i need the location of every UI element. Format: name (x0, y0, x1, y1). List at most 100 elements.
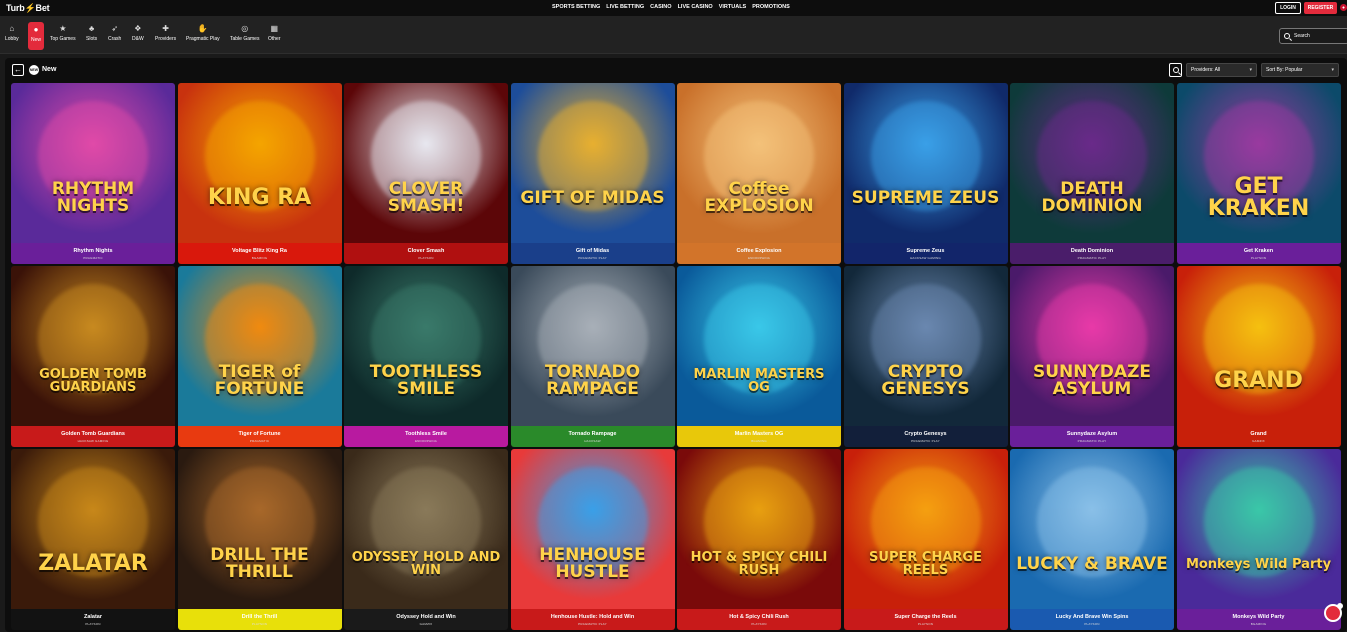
game-tile[interactable]: SUPREME ZEUS Supreme Zeus Hacksaw Gaming (843, 83, 1008, 264)
game-tile[interactable]: HOT & SPICY CHILI RUSH Hot & Spicy Chili … (677, 449, 841, 630)
chevron-down-icon: ▾ (1249, 67, 1252, 73)
login-button[interactable]: LOGIN (1275, 2, 1301, 14)
game-tile[interactable]: SUPER CHARGE REELS Super Charge the Reels… (843, 449, 1008, 630)
game-name: Drill the Thrill (241, 613, 278, 620)
game-thumbnail[interactable]: RHYTHM NIGHTS (11, 83, 175, 243)
category-providers[interactable]: ✚ Providers (155, 23, 176, 51)
category-label: Top Games (50, 36, 76, 42)
game-tile[interactable]: GRAND Grand Gamzix (1176, 266, 1341, 447)
game-tile[interactable]: RHYTHM NIGHTS Rhythm Nights Pragmatic (11, 83, 175, 264)
nav-link-virtuals[interactable]: VIRTUALS (719, 4, 747, 10)
game-tile[interactable]: DEATH DOMINION Death Dominion Pragmatic Pl… (1010, 83, 1174, 264)
game-caption: Supreme Zeus Hacksaw Gaming (843, 243, 1008, 264)
game-thumbnail[interactable]: KING RA (177, 83, 342, 243)
category-table-games[interactable]: ◎ Table Games (230, 23, 259, 51)
game-thumbnail[interactable]: MARLIN MASTERS OG (677, 266, 841, 426)
nav-link-casino[interactable]: CASINO (650, 4, 671, 10)
category-crash[interactable]: ➶ Crash (108, 23, 121, 51)
game-tile[interactable]: TOOTHLESS SMILE Toothless Smile Endorphina (344, 266, 508, 447)
game-tile[interactable]: GOLDEN TOMB GUARDIANS Golden Tomb Guardia… (11, 266, 175, 447)
search-input[interactable] (1294, 33, 1344, 39)
game-name: Toothless Smile (405, 430, 447, 437)
game-tile[interactable]: CRYPTO GENESYS Crypto Genesys Pragmatic Pl… (843, 266, 1008, 447)
game-caption: Super Charge the Reels Playson (843, 609, 1008, 630)
main-nav: SPORTS BETTING LIVE BETTING CASINO LIVE CAS… (552, 4, 790, 10)
game-thumbnail[interactable]: CRYPTO GENESYS (843, 266, 1008, 426)
game-logo-text: DRILL THE THRILL (210, 545, 309, 582)
sort-select[interactable]: Sort By: Popular ▾ (1261, 63, 1339, 77)
search-box[interactable] (1279, 28, 1347, 44)
game-tile[interactable]: MARLIN MASTERS OG Marlin Masters OG Bgamin… (677, 266, 841, 447)
game-tile[interactable]: TIGER of FORTUNE Tiger of Fortune Pragmati… (177, 266, 342, 447)
game-thumbnail[interactable]: HOT & SPICY CHILI RUSH (677, 449, 841, 609)
category-new[interactable]: ● New (28, 22, 45, 50)
category-lobby[interactable]: ⌂ Lobby (5, 23, 19, 51)
game-logo-text: HENHOUSE HUSTLE (539, 545, 646, 582)
game-provider: Playson (917, 621, 934, 626)
game-thumbnail[interactable]: CLOVER SMASH! (344, 83, 508, 243)
category-label: Crash (108, 36, 122, 42)
nav-link-live-betting[interactable]: LIVE BETTING (606, 4, 644, 10)
game-tile[interactable]: CLOVER SMASH! Clover Smash Playson (344, 83, 508, 264)
game-thumbnail[interactable]: TIGER of FORTUNE (177, 266, 342, 426)
game-provider: Pragmatic (249, 438, 270, 443)
game-caption: Henhouse Hustle: Hold and Win Pragmatic P… (510, 609, 675, 630)
game-thumbnail[interactable]: Coffee EXPLOSION (677, 83, 841, 243)
game-thumbnail[interactable]: ODYSSEY HOLD AND WIN (344, 449, 508, 609)
game-thumbnail[interactable]: Monkeys Wild Party (1176, 449, 1341, 609)
game-logo-text: CRYPTO GENESYS (881, 362, 970, 399)
game-thumbnail[interactable]: DEATH DOMINION (1010, 83, 1174, 243)
game-tile[interactable]: GIFT OF MIDAS Gift of Midas Pragmatic Play (510, 83, 675, 264)
game-tile[interactable]: HENHOUSE HUSTLE Henhouse Hustle: Hold and… (510, 449, 675, 630)
game-name: Sunnydaze Asylum (1066, 430, 1118, 437)
game-thumbnail[interactable]: SUPREME ZEUS (843, 83, 1008, 243)
providers-select[interactable]: Providers: All ▾ (1186, 63, 1257, 77)
register-button[interactable]: REGISTER (1304, 2, 1337, 14)
game-name: Voltage Blitz King Ra (232, 247, 287, 254)
filter-search-button[interactable] (1169, 63, 1182, 77)
category-pragmatic-play[interactable]: ✋ Pragmatic Play (186, 23, 220, 51)
game-thumbnail[interactable]: SUNNYDAZE ASYLUM (1010, 266, 1174, 426)
nav-link-promotions[interactable]: PROMOTIONS (752, 4, 790, 10)
game-tile[interactable]: KING RA Voltage Blitz King Ra Bgaming (177, 83, 342, 264)
game-thumbnail[interactable]: ZALATAR (11, 449, 175, 609)
game-provider: Bgaming (1250, 621, 1267, 626)
game-thumbnail[interactable]: TORNADO RAMPAGE (510, 266, 675, 426)
game-thumbnail[interactable]: HENHOUSE HUSTLE (510, 449, 675, 609)
game-thumbnail[interactable]: GIFT OF MIDAS (510, 83, 675, 243)
game-tile[interactable]: ZALATAR Zalatar Playson (11, 449, 175, 630)
game-provider: Playson (1250, 255, 1267, 260)
language-flag-icon[interactable] (1340, 4, 1347, 11)
game-tile[interactable]: Coffee EXPLOSION Coffee Explosion Endorphi… (677, 83, 841, 264)
star-icon: ★ (59, 23, 67, 33)
category-slots[interactable]: ♣ Slots (86, 23, 97, 51)
game-logo-text: Monkeys Wild Party (1185, 556, 1332, 572)
nav-link-live-casino[interactable]: LIVE CASINO (678, 4, 713, 10)
game-caption: Sunnydaze Asylum Pragmatic Play (1010, 426, 1174, 447)
game-tile[interactable]: Monkeys Wild Party Monkeys Wild Party Bgam… (1176, 449, 1341, 630)
category-other[interactable]: ▦ Other (268, 23, 281, 51)
back-button[interactable]: ← (12, 64, 24, 76)
game-name: Lucky And Brave Win Spins (1055, 613, 1129, 620)
game-thumbnail[interactable]: SUPER CHARGE REELS (843, 449, 1008, 609)
game-thumbnail[interactable]: LUCKY & BRAVE (1010, 449, 1174, 609)
chat-support-button[interactable] (1324, 603, 1343, 622)
game-thumbnail[interactable]: TOOTHLESS SMILE (344, 266, 508, 426)
brand-logo[interactable]: Turb⚡Bet (6, 3, 50, 14)
game-thumbnail[interactable]: DRILL THE THRILL (177, 449, 342, 609)
game-tile[interactable]: SUNNYDAZE ASYLUM Sunnydaze Asylum Pragmati… (1010, 266, 1174, 447)
game-tile[interactable]: DRILL THE THRILL Drill the Thrill Playson (177, 449, 342, 630)
game-tile[interactable]: GET KRAKEN Get Kraken Playson (1176, 83, 1341, 264)
game-grid: RHYTHM NIGHTS Rhythm Nights Pragmatic KING … (11, 83, 1341, 630)
game-tile[interactable]: LUCKY & BRAVE Lucky And Brave Win Spins Pl… (1010, 449, 1174, 630)
game-thumbnail[interactable]: GRAND (1176, 266, 1341, 426)
game-thumbnail[interactable]: GOLDEN TOMB GUARDIANS (11, 266, 175, 426)
category-top-games[interactable]: ★ Top Games (50, 23, 76, 51)
nav-link-sports-betting[interactable]: SPORTS BETTING (552, 4, 600, 10)
game-tile[interactable]: TORNADO RAMPAGE Tornado Rampage Hacksaw (510, 266, 675, 447)
game-name: Tornado Rampage (568, 430, 617, 437)
category-d-w[interactable]: ❖ D&W (132, 23, 144, 51)
game-thumbnail[interactable]: GET KRAKEN (1176, 83, 1341, 243)
game-logo-text: GOLDEN TOMB GUARDIANS (39, 367, 147, 395)
game-tile[interactable]: ODYSSEY HOLD AND WIN Odyssey Hold and Win… (344, 449, 508, 630)
